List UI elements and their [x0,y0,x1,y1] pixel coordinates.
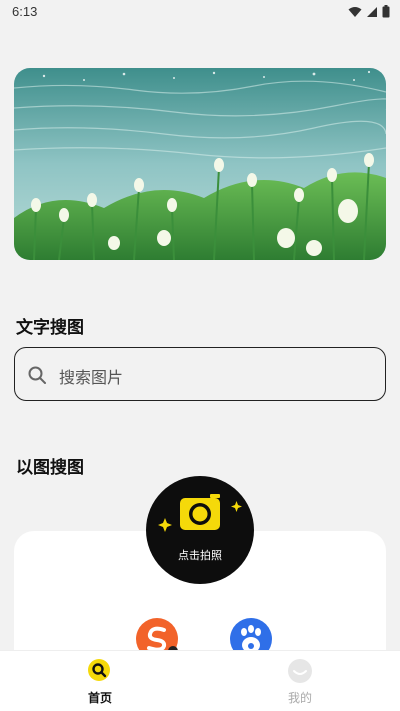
nav-home-label: 首页 [87,691,112,705]
text-search-title: 文字搜图 [16,318,84,338]
status-time: 6:13 [12,4,38,19]
nav-mine-label: 我的 [287,691,312,705]
bottom-nav: 首页 我的 [0,650,400,711]
home-icon [88,659,110,681]
take-photo-label: 点击拍照 [178,549,222,562]
camera-icon [158,494,242,532]
status-bar: 6:13 [0,0,400,24]
battery-icon [382,5,390,18]
profile-icon [288,659,312,683]
wifi-icon [348,6,362,17]
search-icon [28,366,46,384]
nav-home-tab[interactable]: 首页 [70,657,130,709]
nav-mine-tab[interactable]: 我的 [270,657,330,709]
take-photo-button[interactable]: 点击拍照 [146,476,254,584]
search-input[interactable]: 搜索图片 [14,347,386,401]
image-search-title: 以图搜图 [16,458,84,478]
signal-icon [367,6,377,17]
search-placeholder: 搜索图片 [59,368,124,387]
banner-image [14,68,386,260]
status-icons [348,5,390,18]
